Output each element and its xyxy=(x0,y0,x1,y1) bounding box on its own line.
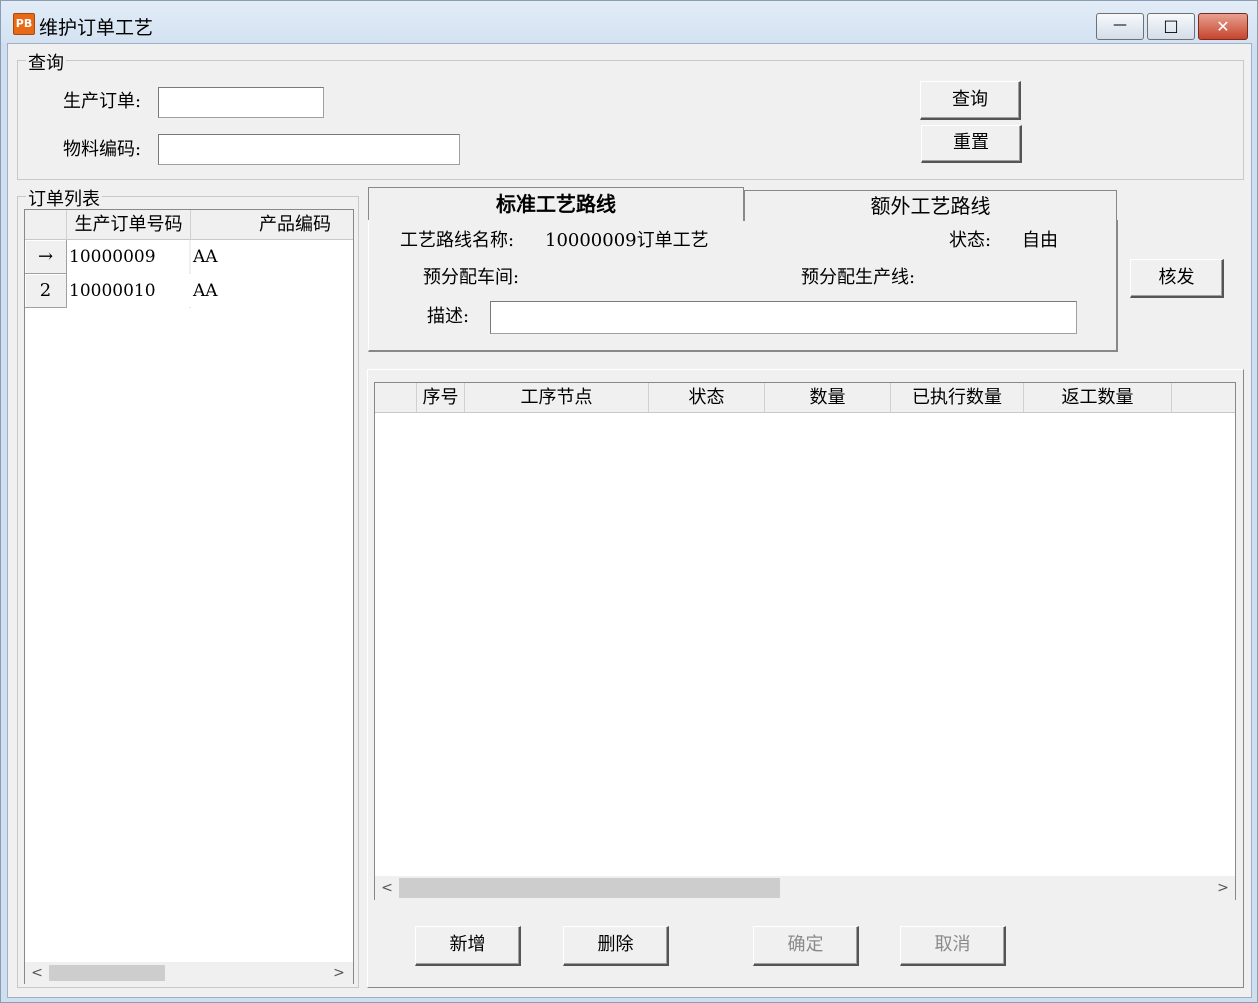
search-button[interactable]: 查询 xyxy=(920,81,1021,120)
description-label: 描述: xyxy=(427,306,470,327)
cell-product-code[interactable]: AA xyxy=(191,240,353,274)
query-group-label: 查询 xyxy=(26,49,66,75)
maximize-button[interactable]: □ xyxy=(1147,13,1195,40)
app-icon: PB xyxy=(13,13,35,35)
standard-route-panel: 工艺路线名称: 10000009订单工艺 状态: 自由 预分配车间: 预分配生产… xyxy=(368,220,1118,352)
confirm-button[interactable]: 确定 xyxy=(753,926,859,966)
scroll-right-icon[interactable]: > xyxy=(329,962,349,984)
order-grid-hscroll[interactable]: < > xyxy=(25,962,353,984)
minimize-button[interactable]: — xyxy=(1096,13,1144,40)
order-input[interactable] xyxy=(158,87,324,118)
window-title: 维护订单工艺 xyxy=(39,17,154,39)
process-grid-header: 序号 工序节点 状态 数量 已执行数量 返工数量 xyxy=(375,383,1235,413)
process-grid-hscroll[interactable]: < > xyxy=(375,876,1235,900)
scroll-right-icon[interactable]: > xyxy=(1213,876,1233,900)
col-order-no[interactable]: 生产订单号码 xyxy=(67,210,191,240)
col-executed-quantity[interactable]: 已执行数量 xyxy=(891,383,1024,413)
table-row[interactable]: → 10000009 AA xyxy=(25,240,353,274)
route-name-label: 工艺路线名称: xyxy=(400,230,515,251)
order-grid: 生产订单号码 产品编码 → 10000009 AA 2 10000010 AA … xyxy=(24,209,354,984)
production-line-label: 预分配生产线: xyxy=(801,267,916,288)
scroll-thumb[interactable] xyxy=(399,878,780,898)
col-quantity[interactable]: 数量 xyxy=(765,383,891,413)
material-input[interactable] xyxy=(158,134,460,165)
maximize-icon: □ xyxy=(1163,16,1179,35)
process-panel: 序号 工序节点 状态 数量 已执行数量 返工数量 < > 新增 删除 确定 取消 xyxy=(367,369,1244,988)
row-header-corner xyxy=(375,383,417,413)
table-row[interactable]: 2 10000010 AA xyxy=(25,274,353,308)
workshop-label: 预分配车间: xyxy=(423,267,520,288)
process-grid: 序号 工序节点 状态 数量 已执行数量 返工数量 < > xyxy=(374,382,1236,900)
col-rework-quantity[interactable]: 返工数量 xyxy=(1024,383,1172,413)
col-product-code[interactable]: 产品编码 xyxy=(191,210,353,240)
cell-order-no[interactable]: 10000009 xyxy=(67,240,189,274)
close-button[interactable]: ✕ xyxy=(1198,13,1248,40)
main-window: PB 维护订单工艺 — □ ✕ 查询 生产订单: 物料编码: 查询 重置 订单列… xyxy=(0,0,1258,1003)
order-list-group: 订单列表 生产订单号码 产品编码 → 10000009 AA 2 1000001… xyxy=(17,185,359,988)
client-area: 查询 生产订单: 物料编码: 查询 重置 订单列表 生产订单号码 产品编码 → … xyxy=(7,43,1252,998)
title-bar[interactable]: PB 维护订单工艺 — □ ✕ xyxy=(1,1,1257,43)
route-status-label: 状态: xyxy=(949,230,992,251)
tab-extra-route[interactable]: 额外工艺路线 xyxy=(744,190,1117,221)
issue-button[interactable]: 核发 xyxy=(1130,259,1224,298)
tab-standard-route[interactable]: 标准工艺路线 xyxy=(368,187,744,221)
cell-order-no[interactable]: 10000010 xyxy=(67,274,189,308)
route-name-value: 10000009订单工艺 xyxy=(545,230,709,251)
minimize-icon: — xyxy=(1113,17,1127,33)
order-grid-header: 生产订单号码 产品编码 xyxy=(25,210,353,240)
add-button[interactable]: 新增 xyxy=(415,926,521,966)
scroll-left-icon[interactable]: < xyxy=(377,876,397,900)
row-header-corner xyxy=(25,210,67,240)
delete-button[interactable]: 删除 xyxy=(563,926,669,966)
order-label: 生产订单: xyxy=(63,91,142,112)
route-status-value: 自由 xyxy=(1022,230,1058,251)
close-icon: ✕ xyxy=(1216,17,1230,36)
row-indicator: → xyxy=(25,240,67,274)
col-status[interactable]: 状态 xyxy=(649,383,765,413)
cancel-button[interactable]: 取消 xyxy=(900,926,1006,966)
row-indicator: 2 xyxy=(25,274,67,308)
reset-button[interactable]: 重置 xyxy=(921,125,1022,163)
material-label: 物料编码: xyxy=(63,139,142,160)
query-group: 查询 生产订单: 物料编码: 查询 重置 xyxy=(17,49,1244,180)
order-list-label: 订单列表 xyxy=(26,185,102,211)
col-process-node[interactable]: 工序节点 xyxy=(465,383,649,413)
cell-product-code[interactable]: AA xyxy=(191,274,353,308)
scroll-thumb[interactable] xyxy=(49,965,165,981)
scroll-left-icon[interactable]: < xyxy=(27,962,47,984)
description-input[interactable] xyxy=(490,301,1077,334)
col-seq[interactable]: 序号 xyxy=(417,383,465,413)
